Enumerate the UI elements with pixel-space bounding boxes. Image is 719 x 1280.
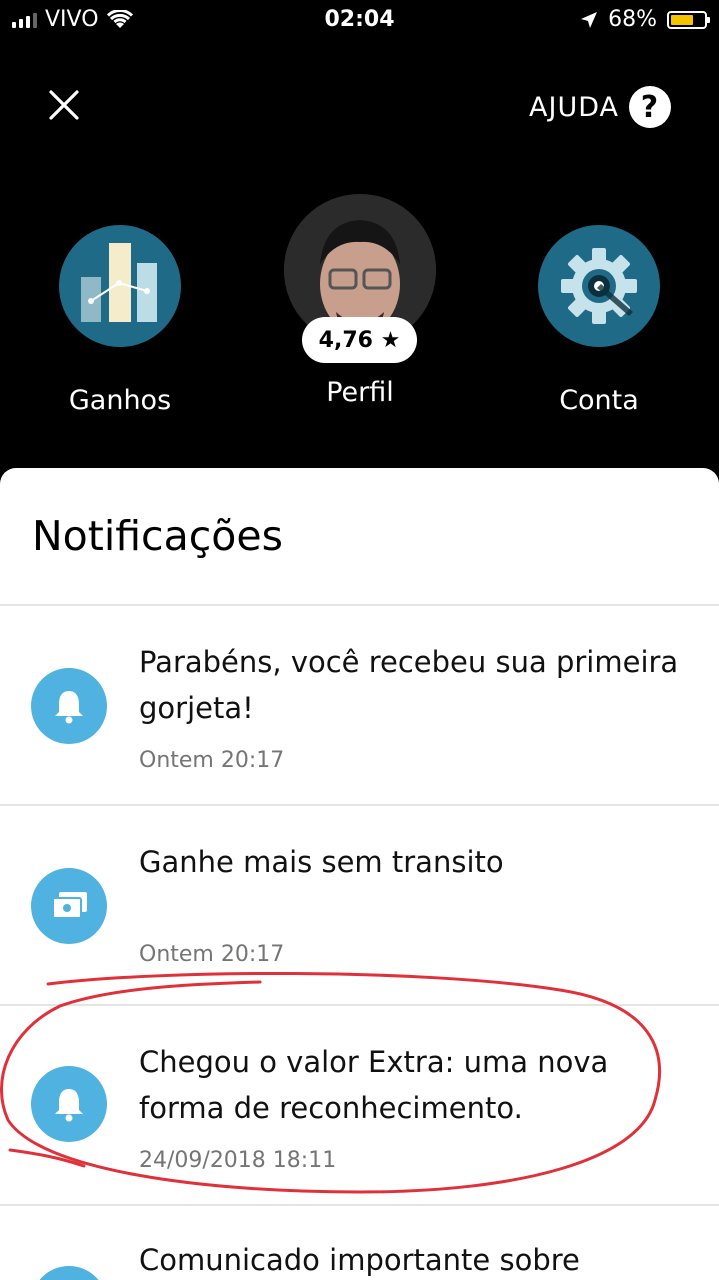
list-item[interactable]: Ganhe mais sem transito Ontem 20:17 — [0, 806, 719, 1004]
battery-icon — [667, 10, 710, 29]
rating-badge: 4,76 ★ — [302, 317, 417, 363]
tile-conta[interactable]: Conta — [479, 225, 719, 416]
notification-title: Comunicado importante sobre — [139, 1243, 580, 1277]
bell-icon — [31, 668, 107, 744]
notification-time: 24/09/2018 18:11 — [139, 1148, 337, 1173]
gear-icon — [538, 225, 660, 347]
list-item[interactable]: Parabéns, você recebeu sua primeira gorj… — [0, 606, 719, 804]
page-title: Notificações — [32, 512, 283, 560]
notification-title: Chegou o valor Extra: uma nova forma de … — [139, 1045, 609, 1125]
tile-label: Conta — [559, 385, 639, 416]
money-icon — [31, 868, 107, 944]
notification-title: Ganhe mais sem transito — [139, 845, 504, 879]
notification-title: Parabéns, você recebeu sua primeira gorj… — [139, 645, 679, 725]
list-item[interactable]: Comunicado importante sobre — [0, 1206, 719, 1280]
help-button[interactable]: AJUDA ? — [529, 86, 671, 128]
status-right: 68% — [580, 7, 710, 32]
notifications-panel: Notificações Parabéns, você recebeu sua … — [0, 468, 719, 1280]
tile-perfil[interactable]: Perfil — [240, 194, 480, 408]
close-icon[interactable] — [44, 85, 84, 125]
question-icon: ? — [629, 86, 671, 128]
battery-fill — [671, 14, 693, 25]
notification-time: Ontem 20:17 — [139, 942, 285, 967]
status-bar: VIVO 02:04 68% — [0, 0, 719, 40]
tile-ganhos[interactable]: Ganhos — [0, 225, 240, 416]
battery-percent: 68% — [608, 7, 657, 32]
bell-icon — [31, 1266, 107, 1280]
notification-time: Ontem 20:17 — [139, 748, 285, 773]
list-item[interactable]: Chegou o valor Extra: uma nova forma de … — [0, 1006, 719, 1204]
chart-icon — [59, 225, 181, 347]
help-label: AJUDA — [529, 91, 619, 123]
location-arrow-icon — [581, 11, 598, 28]
tile-label: Ganhos — [68, 385, 172, 416]
tile-label: Perfil — [326, 377, 394, 408]
bell-icon — [31, 1066, 107, 1142]
